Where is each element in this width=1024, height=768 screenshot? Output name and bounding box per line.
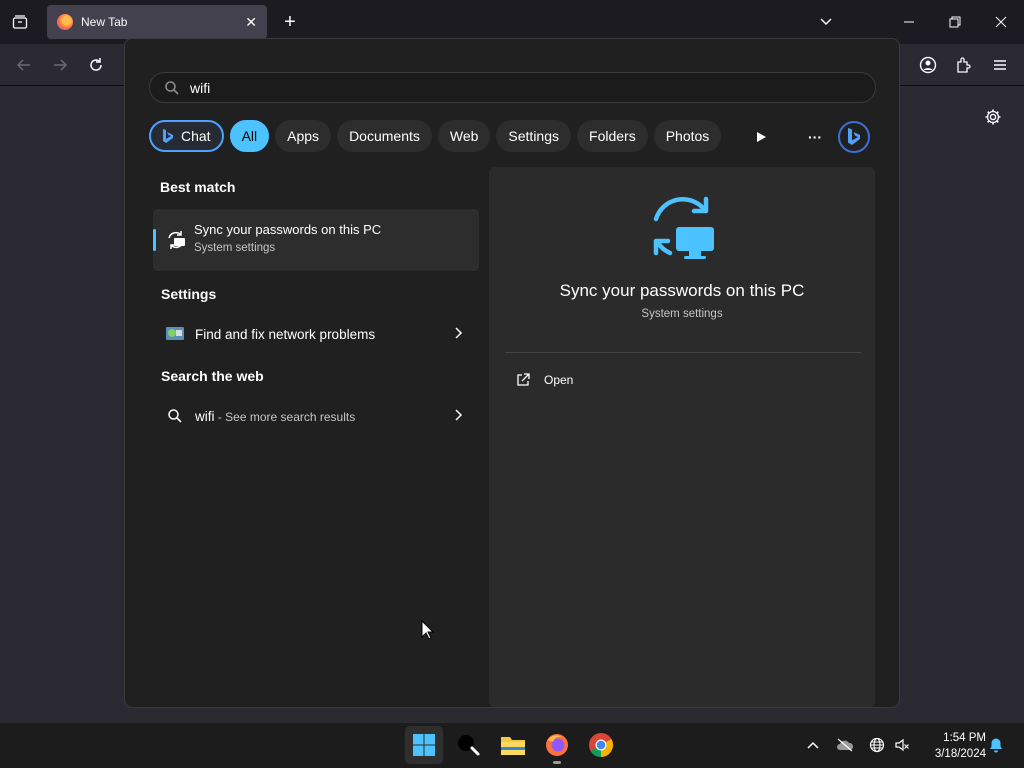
forward-arrow-icon[interactable]: [48, 53, 72, 77]
settings-result[interactable]: Find and fix network problems: [153, 314, 479, 354]
filter-all[interactable]: All: [229, 120, 270, 152]
windows-logo-icon: [413, 734, 435, 756]
filter-apps[interactable]: Apps: [275, 120, 332, 152]
best-match-result[interactable]: Sync your passwords on this PC System se…: [153, 209, 479, 271]
clock-date: 3/18/2024: [934, 748, 986, 760]
filter-settings[interactable]: Settings: [496, 120, 572, 152]
volume-muted-icon[interactable]: [892, 735, 912, 755]
settings-result-label: Find and fix network problems: [195, 326, 376, 342]
running-indicator: [553, 761, 561, 764]
firefox-icon: [57, 14, 73, 30]
taskbar-search-icon[interactable]: [450, 726, 488, 764]
taskbar: 1:54 PM 3/18/2024: [0, 722, 1024, 768]
web-result-suffix: - See more search results: [214, 409, 356, 424]
file-explorer-icon[interactable]: [494, 726, 532, 764]
network-troubleshoot-icon: [165, 325, 185, 343]
windows-search-panel: Chat All Apps Documents Web Settings Fol…: [124, 38, 900, 708]
filter-chat[interactable]: Chat: [149, 120, 224, 152]
system-clock[interactable]: 1:54 PM 3/18/2024: [916, 730, 986, 762]
back-arrow-icon[interactable]: [12, 53, 36, 77]
extensions-icon[interactable]: [952, 53, 976, 77]
chevron-down-icon[interactable]: [806, 8, 846, 36]
preview-title: Sync your passwords on this PC: [559, 281, 805, 300]
menu-icon[interactable]: [988, 53, 1012, 77]
tab-list-icon[interactable]: [8, 10, 32, 34]
filter-folders[interactable]: Folders: [577, 120, 648, 152]
chevron-right-icon[interactable]: [449, 408, 467, 424]
close-window-button[interactable]: [981, 8, 1021, 36]
filter-documents[interactable]: Documents: [337, 120, 432, 152]
filter-photos[interactable]: Photos: [653, 120, 722, 152]
selection-indicator: [153, 229, 156, 251]
network-globe-icon[interactable]: [867, 735, 887, 755]
result-preview-pane: Sync your passwords on this PC System se…: [489, 167, 875, 707]
open-external-icon: [517, 373, 530, 386]
search-filters: Chat All Apps Documents Web Settings Fol…: [149, 120, 722, 154]
search-box[interactable]: [149, 72, 876, 103]
filter-web[interactable]: Web: [437, 120, 491, 152]
bing-icon[interactable]: [838, 121, 870, 153]
chevron-right-icon[interactable]: [449, 326, 467, 342]
gear-icon[interactable]: [982, 106, 1004, 128]
onedrive-icon[interactable]: [835, 735, 855, 755]
sync-icon: [168, 231, 185, 249]
tab-title: New Tab: [81, 15, 128, 29]
reload-icon[interactable]: [84, 53, 108, 77]
sync-passwords-icon: [653, 196, 714, 259]
settings-heading: Settings: [161, 286, 217, 302]
preview-subtitle: System settings: [641, 308, 723, 320]
account-icon[interactable]: [916, 53, 940, 77]
tab-close-button[interactable]: ✕: [245, 14, 257, 31]
play-icon[interactable]: [747, 125, 775, 149]
best-match-subtitle: System settings: [194, 242, 276, 254]
firefox-taskbar-icon[interactable]: [538, 726, 576, 764]
restore-button[interactable]: [935, 8, 975, 36]
start-button[interactable]: [405, 726, 443, 764]
search-input[interactable]: [190, 79, 790, 96]
minimize-button[interactable]: [889, 8, 929, 36]
search-icon: [165, 80, 179, 95]
more-options-button[interactable]: ···: [801, 125, 829, 149]
open-label: Open: [544, 373, 574, 387]
new-tab-button[interactable]: +: [278, 10, 302, 34]
preview-divider: [505, 352, 861, 353]
show-hidden-icons-icon[interactable]: [803, 735, 823, 755]
web-result-query: wifi: [195, 408, 215, 424]
best-match-title: Sync your passwords on this PC: [194, 222, 382, 237]
notification-bell-icon[interactable]: [986, 735, 1006, 755]
mouse-cursor-icon: [421, 620, 435, 640]
open-action[interactable]: Open: [515, 372, 573, 388]
bing-chat-icon: [163, 129, 173, 143]
browser-tab[interactable]: New Tab ✕: [47, 5, 267, 39]
chrome-icon[interactable]: [582, 726, 620, 764]
search-web-heading: Search the web: [161, 368, 264, 384]
web-search-result[interactable]: wifi - See more search results: [153, 396, 479, 436]
best-match-heading: Best match: [160, 179, 236, 195]
clock-time: 1:54 PM: [943, 732, 986, 744]
web-result-label: wifi - See more search results: [195, 409, 449, 424]
search-icon: [165, 407, 185, 425]
